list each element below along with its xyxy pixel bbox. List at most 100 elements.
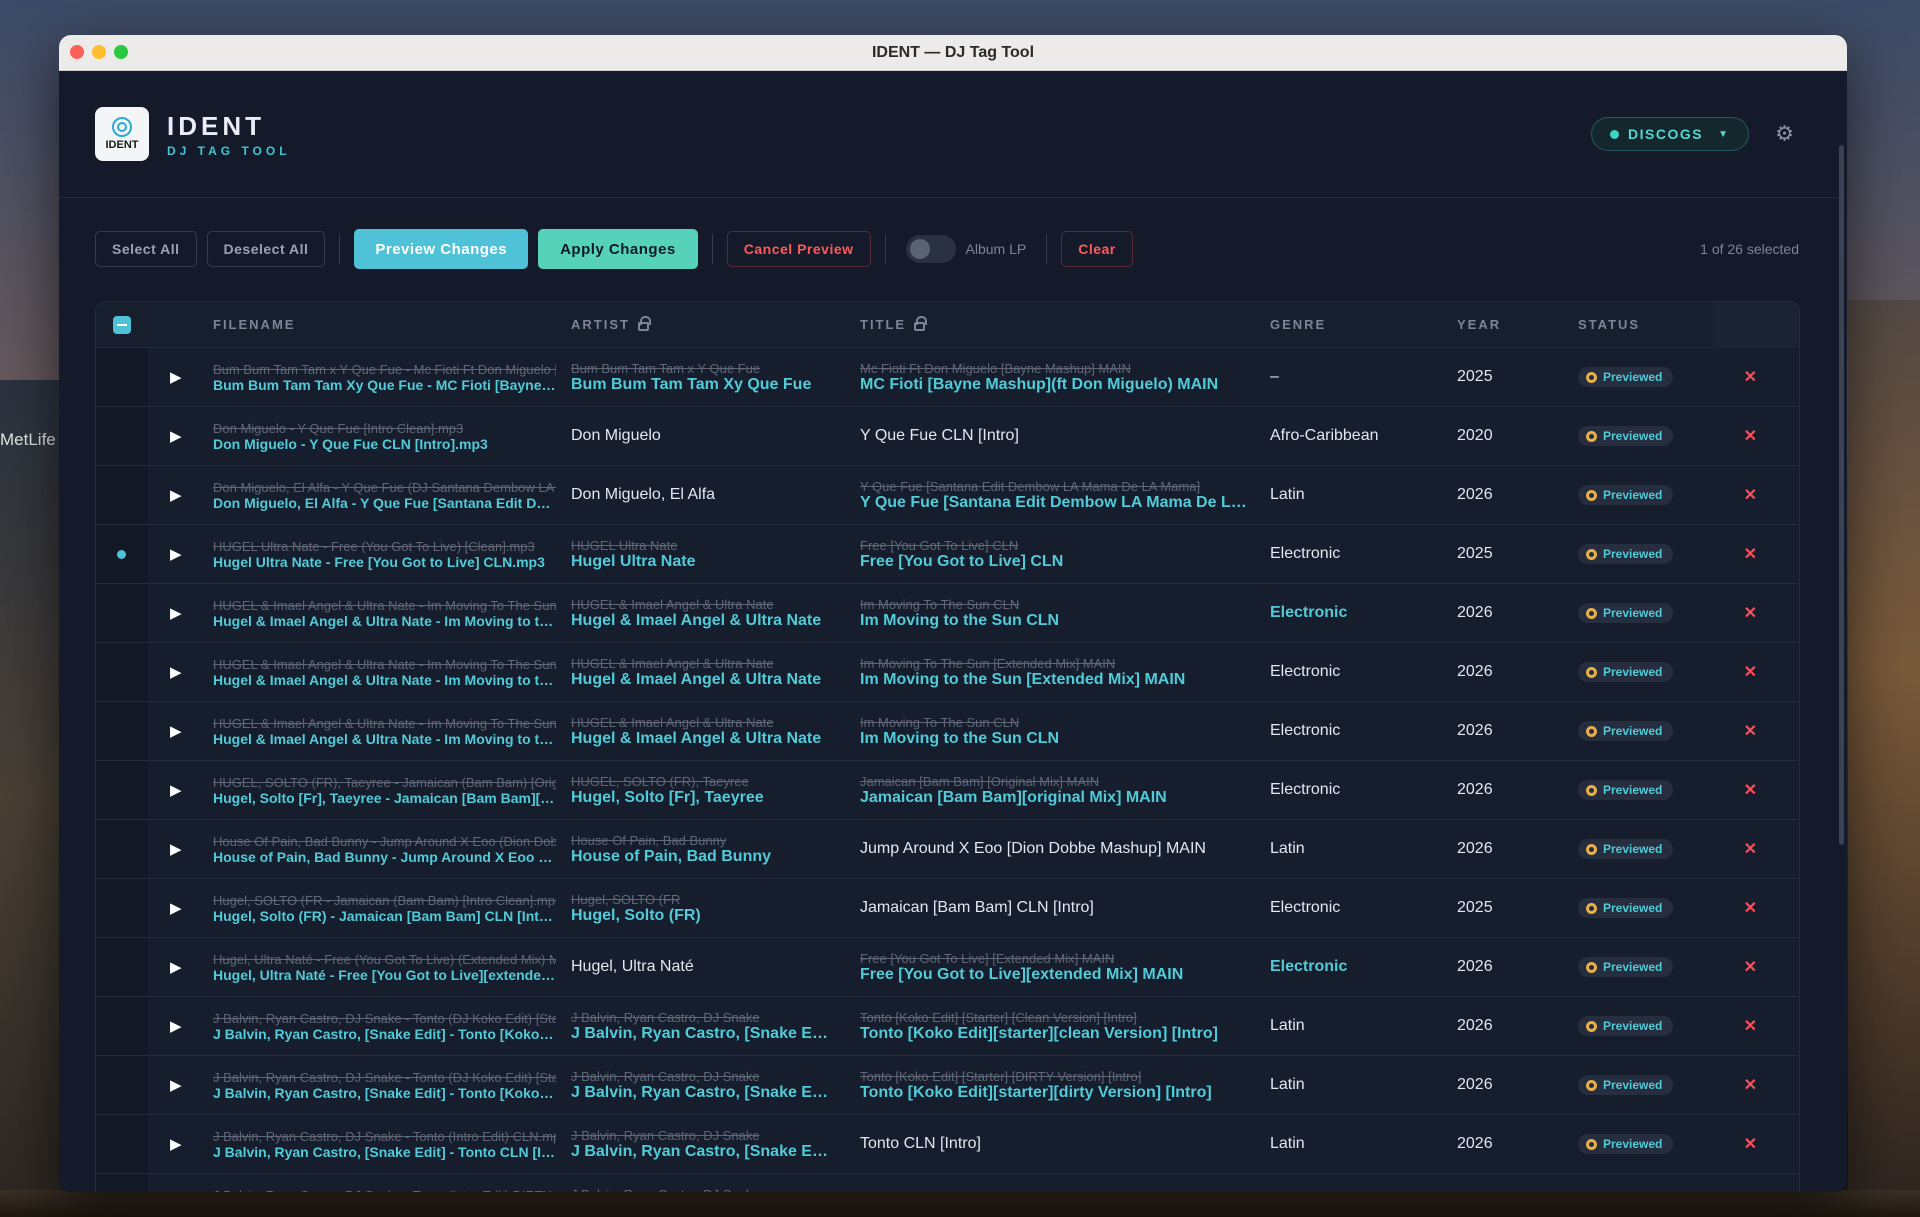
row-select-cell[interactable]: [96, 584, 148, 642]
remove-icon[interactable]: ✕: [1744, 544, 1757, 564]
row-select-cell[interactable]: [96, 348, 148, 406]
filename-old: Don Miguelo - Y Que Fue [Intro Clean].mp…: [213, 420, 464, 436]
apply-changes-button[interactable]: Apply Changes: [538, 229, 698, 269]
title-cell: Jamaican [Bam Bam] CLN [Intro]: [860, 879, 1255, 937]
row-select-cell[interactable]: [96, 1174, 148, 1192]
play-icon[interactable]: ▶: [170, 1017, 182, 1035]
deselect-all-button[interactable]: Deselect All: [206, 231, 326, 267]
remove-icon[interactable]: ✕: [1744, 780, 1757, 800]
table-row[interactable]: ▶ HUGEL, SOLTO (FR), Taeyree - Jamaican (…: [96, 761, 1799, 820]
row-select-cell[interactable]: [96, 525, 148, 583]
column-header-status[interactable]: STATUS: [1578, 317, 1640, 332]
minimize-window-button[interactable]: [92, 45, 106, 59]
column-header-filename[interactable]: FILENAME: [213, 317, 295, 332]
row-select-cell[interactable]: [96, 1115, 148, 1173]
scrollbar[interactable]: [1839, 145, 1844, 845]
year-value: 2026: [1457, 486, 1493, 503]
table-row[interactable]: ▶ J Balvin, Ryan Castro, DJ Snake - Tonto…: [96, 997, 1799, 1056]
table-row[interactable]: ▶ Don Miguelo, El Alfa - Y Que Fue (DJ Sa…: [96, 466, 1799, 525]
album-lp-toggle[interactable]: [905, 235, 956, 263]
title-cell: Im Moving To The Sun [Extended Mix] MAIN…: [860, 643, 1255, 701]
table-row[interactable]: ▶ House Of Pain, Bad Bunny - Jump Around …: [96, 820, 1799, 879]
clear-button[interactable]: Clear: [1061, 231, 1133, 267]
row-select-cell[interactable]: [96, 761, 148, 819]
genre-cell: Latin: [1270, 997, 1440, 1055]
remove-icon[interactable]: ✕: [1744, 367, 1757, 387]
lock-icon[interactable]: [637, 316, 651, 331]
row-select-cell[interactable]: [96, 879, 148, 937]
remove-icon[interactable]: ✕: [1744, 898, 1757, 918]
status-badge: Previewed: [1578, 485, 1674, 505]
play-icon[interactable]: ▶: [170, 899, 182, 917]
lock-icon[interactable]: [914, 316, 928, 331]
play-icon[interactable]: ▶: [170, 663, 182, 681]
play-icon[interactable]: ▶: [170, 1076, 182, 1094]
play-icon[interactable]: ▶: [170, 604, 182, 622]
filename-cell: J Balvin, Ryan Castro, DJ Snake - Tonto …: [213, 997, 556, 1055]
select-all-checkbox[interactable]: [113, 315, 131, 334]
artist-old: HUGEL Ultra Nate: [571, 537, 678, 553]
zoom-window-button[interactable]: [114, 45, 128, 59]
remove-icon[interactable]: ✕: [1744, 1016, 1757, 1036]
close-window-button[interactable]: [70, 45, 84, 59]
table-row[interactable]: ▶ Hugel, SOLTO (FR - Jamaican (Bam Bam) […: [96, 879, 1799, 938]
table-row[interactable]: ▶ HUGEL & Imael Angel & Ultra Nate - Im M…: [96, 702, 1799, 761]
genre-value: Electronic: [1270, 781, 1341, 798]
play-icon[interactable]: ▶: [170, 427, 182, 445]
remove-icon[interactable]: ✕: [1744, 426, 1757, 446]
remove-icon[interactable]: ✕: [1744, 957, 1757, 977]
source-selector[interactable]: DISCOGS ▼: [1591, 117, 1749, 151]
play-icon[interactable]: ▶: [170, 368, 182, 386]
play-icon[interactable]: ▶: [170, 486, 182, 504]
remove-icon[interactable]: ✕: [1744, 662, 1757, 682]
row-select-cell[interactable]: [96, 643, 148, 701]
genre-cell: Latin: [1270, 820, 1440, 878]
play-icon[interactable]: ▶: [170, 1135, 182, 1153]
row-select-cell[interactable]: [96, 997, 148, 1055]
genre-value: Latin: [1270, 1017, 1305, 1034]
table-row[interactable]: ▶J Balvin, Ryan Castro, DJ Snake - Tonto…: [96, 1056, 1799, 1115]
table-row[interactable]: ▶ Bum Bum Tam Tam x Y Que Fue - Mc Fioti …: [96, 348, 1799, 407]
eye-icon: [1586, 666, 1597, 678]
play-icon[interactable]: ▶: [170, 545, 182, 563]
row-select-cell[interactable]: [96, 1056, 148, 1114]
play-icon[interactable]: ▶: [170, 722, 182, 740]
row-select-cell[interactable]: [96, 702, 148, 760]
remove-icon[interactable]: ✕: [1744, 485, 1757, 505]
remove-icon[interactable]: ✕: [1744, 603, 1757, 623]
cancel-preview-button[interactable]: Cancel Preview: [726, 231, 871, 267]
table-row[interactable]: ▶ HUGEL & Imael Angel & Ultra Nate - Im M…: [96, 584, 1799, 643]
column-header-year[interactable]: YEAR: [1457, 317, 1501, 332]
artist-old: HUGEL, SOLTO (FR), Taeyree: [571, 773, 749, 789]
select-all-button[interactable]: Select All: [95, 231, 197, 267]
row-select-cell[interactable]: [96, 820, 148, 878]
settings-gear-icon[interactable]: ⚙: [1775, 122, 1794, 147]
artist-cell: J Balvin, Ryan Castro, DJ SnakeJ Balvin,…: [571, 997, 831, 1055]
table-row[interactable]: ▶ HUGEL & Imael Angel & Ultra Nate - Im M…: [96, 643, 1799, 702]
artist-cell: HUGEL & Imael Angel & Ultra Nate Hugel & …: [571, 643, 831, 701]
row-select-cell[interactable]: [96, 466, 148, 524]
remove-icon[interactable]: ✕: [1744, 1075, 1757, 1095]
table-row[interactable]: ▶J Balvin, Ryan Castro, DJ Snake - Tonto…: [96, 1115, 1799, 1174]
row-select-cell[interactable]: [96, 407, 148, 465]
table-row[interactable]: ▶J Balvin, Ryan Castro, DJ Snake - Tonto…: [96, 1174, 1799, 1192]
desktop-background-left: MetLife: [0, 380, 60, 1217]
table-row[interactable]: ▶ HUGEL Ultra Nate - Free (You Got To Liv…: [96, 525, 1799, 584]
title-old: Im Moving To The Sun CLN: [860, 714, 1020, 730]
eye-icon: [1586, 1079, 1597, 1091]
play-icon[interactable]: ▶: [170, 840, 182, 858]
remove-icon[interactable]: ✕: [1744, 721, 1757, 741]
row-select-cell[interactable]: [96, 938, 148, 996]
remove-icon[interactable]: ✕: [1744, 839, 1757, 859]
table-row[interactable]: ▶ Don Miguelo - Y Que Fue [Intro Clean].m…: [96, 407, 1799, 466]
filename-cell: HUGEL Ultra Nate - Free (You Got To Live…: [213, 525, 556, 583]
column-header-genre[interactable]: GENRE: [1270, 317, 1326, 332]
table-row[interactable]: ▶ Hugel, Ultra Naté - Free (You Got To Li…: [96, 938, 1799, 997]
play-icon[interactable]: ▶: [170, 781, 182, 799]
column-header-artist[interactable]: ARTIST: [571, 316, 651, 332]
column-header-title[interactable]: TITLE: [860, 316, 928, 332]
preview-changes-button[interactable]: Preview Changes: [354, 229, 529, 269]
artist-new: J Balvin, Ryan Castro, [Snake Edit]: [571, 1024, 831, 1042]
remove-icon[interactable]: ✕: [1744, 1134, 1757, 1154]
play-icon[interactable]: ▶: [170, 958, 182, 976]
